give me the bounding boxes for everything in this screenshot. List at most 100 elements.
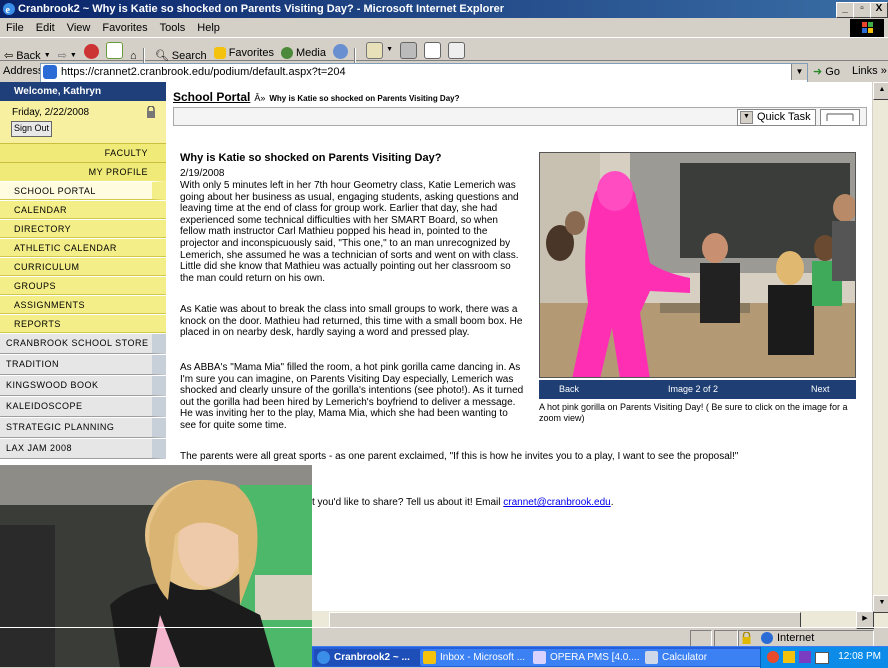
breadcrumb-separator: Â» [254,93,266,103]
article-paragraph-1: With only 5 minutes left in her 7th hour… [180,180,519,284]
classroom-photo [540,153,855,377]
stop-button[interactable] [83,40,99,62]
media-button[interactable]: Media [281,42,326,64]
sign-out-button[interactable]: Sign Out [11,121,53,137]
menu-view[interactable]: View [61,18,97,38]
favorites-label: Favorites [228,46,274,59]
taskbar-label: OPERA PMS [4.0.... [550,652,640,663]
scroll-down-icon[interactable]: ▼ [873,595,888,613]
article-p5-end: . [610,497,614,508]
go-button[interactable]: ➜ Go [813,65,840,78]
address-input[interactable]: https://crannet2.cranbrook.edu/podium/de… [40,63,808,83]
menu-bar: File Edit View Favorites Tools Help [0,18,888,38]
edit-button[interactable] [424,39,442,61]
vertical-scrollbar[interactable]: ▲ ▼ [872,82,888,627]
horizontal-scroll-thumb[interactable] [329,612,801,628]
menu-tools[interactable]: Tools [154,18,192,38]
media-icon [281,46,294,59]
breadcrumb-school-portal[interactable]: School Portal [173,90,250,104]
sidebar-site-tradition[interactable]: TRADITION [0,355,166,375]
discuss-button[interactable] [448,39,466,61]
menu-edit[interactable]: Edit [30,18,61,38]
print-button[interactable] [400,39,418,61]
viewer-next-button[interactable]: Next [811,380,830,399]
address-dropdown-icon[interactable]: ▼ [791,64,807,80]
stop-icon [83,43,99,59]
scroll-up-icon[interactable]: ▲ [873,82,888,100]
print-icon [400,41,418,59]
sidebar-site-school-store[interactable]: CRANBROOK SCHOOL STORE [0,334,166,354]
status-panel [714,630,738,647]
sidebar-item-reports[interactable]: REPORTS [0,314,166,333]
sidebar-link-my-profile[interactable]: MY PROFILE [0,162,166,181]
refresh-icon [105,41,123,59]
breadcrumb-current: Why is Katie so shocked on Parents Visit… [269,94,460,103]
article-date: 2/19/2008 [180,168,225,179]
system-tray: 12:08 PM [760,647,888,668]
history-button[interactable] [333,40,349,62]
sidebar-item-school-portal[interactable]: SCHOOL PORTAL [0,181,166,200]
sidebar-item-curriculum[interactable]: CURRICULUM [0,257,166,276]
article-paragraph-3: As ABBA's "Mama Mia" filled the room, a … [180,362,524,431]
page-icon [43,65,57,79]
lock-icon[interactable] [146,106,156,118]
tray-app-icon[interactable] [799,651,811,663]
taskbar-label: Calculator [662,652,708,663]
taskbar-item-calculator[interactable]: Calculator [642,649,766,666]
favorites-button[interactable]: Favorites [213,42,274,64]
globe-icon [761,632,773,644]
mail-icon[interactable] [815,652,829,664]
maximize-button[interactable]: ▫ [853,2,871,18]
window-title-bar[interactable]: e Cranbrook2 ~ Why is Katie so shocked o… [0,0,888,18]
internet-explorer-icon [317,651,330,664]
menu-favorites[interactable]: Favorites [96,18,153,38]
sidebar-site-lax-jam[interactable]: LAX JAM 2008 [0,439,166,459]
outlook-icon [423,651,436,664]
chevron-down-icon: ▼ [386,46,394,53]
address-label: Address [3,65,44,77]
sidebar-item-calendar[interactable]: CALENDAR [0,200,166,219]
chevron-down-icon: ▼ [740,111,753,124]
sidebar-site-strategic-planning[interactable]: STRATEGIC PLANNING [0,418,166,438]
taskbar-item-cranbrook[interactable]: Cranbrook2 ~ ... [314,649,430,666]
menu-help[interactable]: Help [191,18,226,38]
email-link[interactable]: crannet@cranbrook.edu [503,497,610,508]
sidebar-site-kingswood-book[interactable]: KINGSWOOD BOOK [0,376,166,396]
quick-task-dropdown[interactable]: ▼ Quick Task [737,109,816,126]
viewer-back-button[interactable]: Back [559,380,579,399]
mail-button[interactable]: ▼ [366,39,393,61]
internet-zone-label: Internet [777,632,815,644]
go-arrow-icon: ➜ [813,66,823,78]
menu-file[interactable]: File [0,18,30,38]
media-label: Media [296,46,326,59]
sidebar-item-athletic-calendar[interactable]: ATHLETIC CALENDAR [0,238,166,257]
sidebar-site-kaleidoscope[interactable]: KALEIDOSCOPE [0,397,166,417]
tray-app-icon[interactable] [767,651,779,663]
taskbar-label: Inbox - Microsoft ... [440,652,526,663]
article-paragraph-2: As Katie was about to break the class in… [180,304,523,339]
horizontal-scrollbar[interactable]: ▶ [312,611,874,629]
taskbar-item-opera-pms[interactable]: OPERA PMS [4.0.... [530,649,654,666]
internet-explorer-icon: e [3,3,15,16]
go-label: Go [825,66,840,78]
tray-app-icon[interactable] [783,651,795,663]
sidebar-item-directory[interactable]: DIRECTORY [0,219,166,238]
sidebar-item-assignments[interactable]: ASSIGNMENTS [0,295,166,314]
standard-toolbar: ⇦ Back ▼ ⇨ ▼ ⌂ 🔍︎ Search Favorites Media… [0,39,888,64]
refresh-button[interactable] [105,39,123,61]
quick-task-bar: ▼ Quick Task [173,107,867,126]
discuss-icon [448,41,466,59]
windows-logo-icon [850,19,884,37]
viewer-counter: Image 2 of 2 [668,384,719,394]
welcome-header: Welcome, Kathryn [0,82,166,101]
taskbar-item-inbox[interactable]: Inbox - Microsoft ... [420,649,544,666]
sidebar-link-faculty[interactable]: FACULTY [0,143,166,162]
calculator-icon [645,651,658,664]
minimize-button[interactable]: _ [836,2,854,18]
links-button[interactable]: Links » [852,65,887,77]
close-button[interactable]: X [870,2,888,18]
photo-gorilla-classroom[interactable] [539,152,856,378]
layout-toggle-icon[interactable] [820,109,860,126]
article-title: Why is Katie so shocked on Parents Visit… [180,152,442,164]
sidebar-item-groups[interactable]: GROUPS [0,276,166,295]
